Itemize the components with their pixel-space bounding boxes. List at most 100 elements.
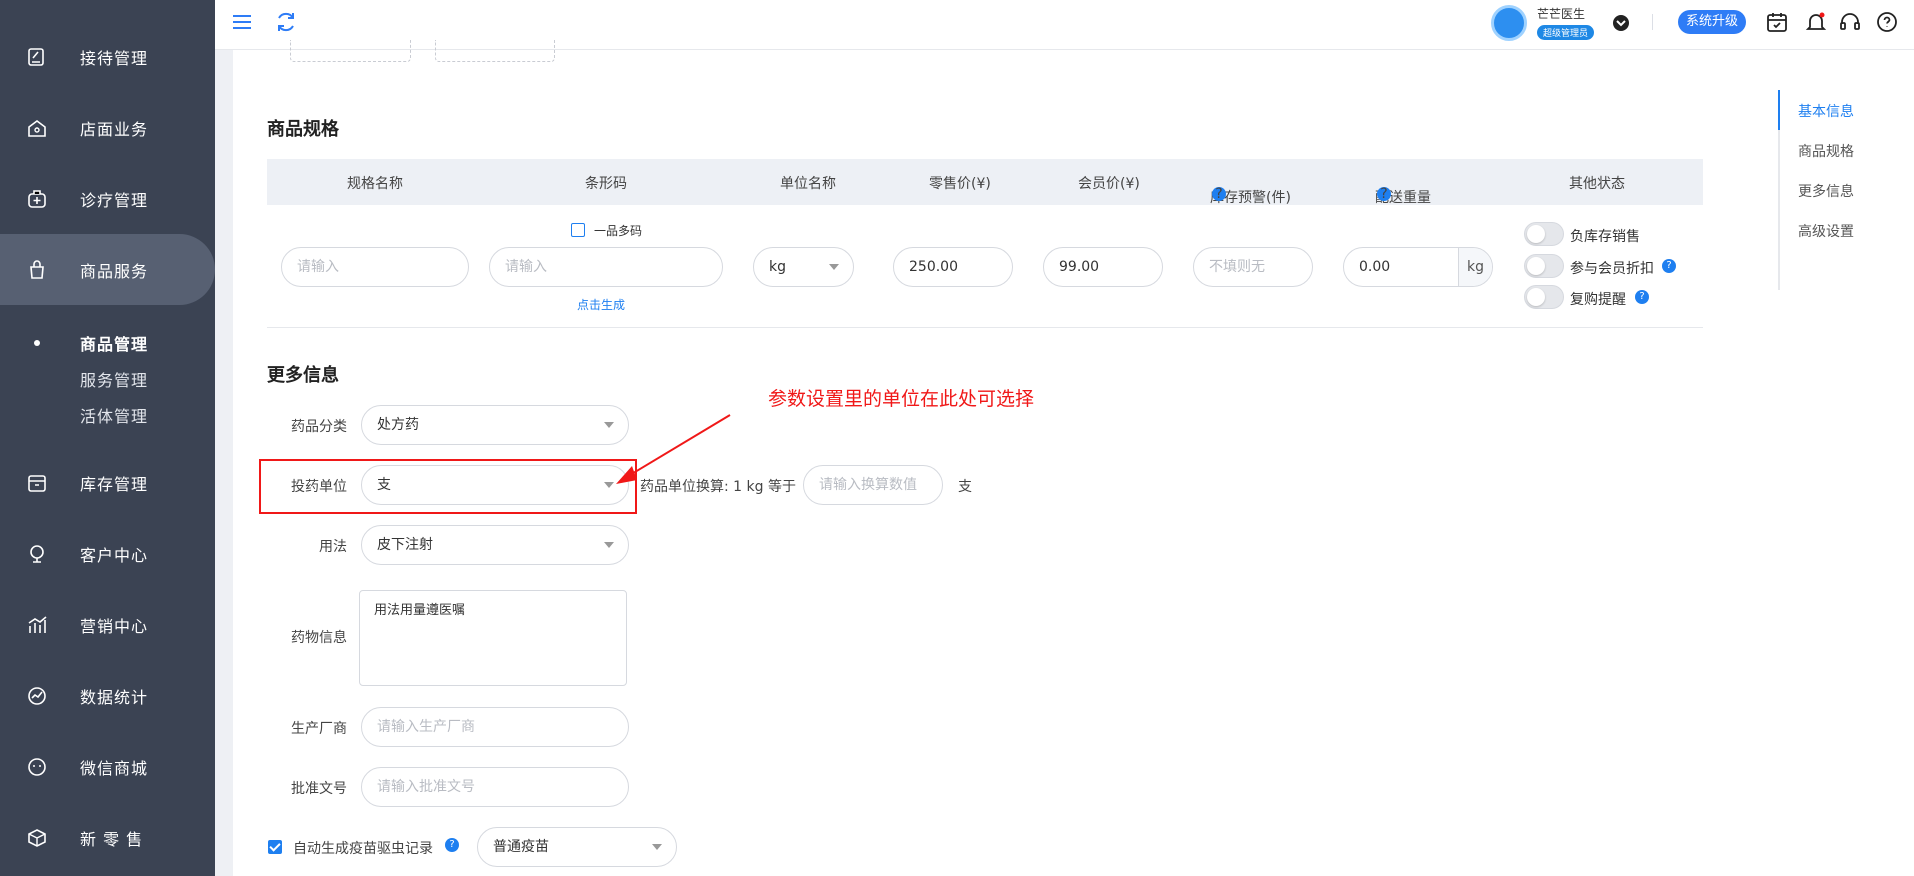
help-icon[interactable] [1875, 10, 1899, 34]
statistics-icon [28, 686, 46, 705]
anchor-spec[interactable]: 商品规格 [1798, 141, 1854, 161]
sidebar-item-label: 诊疗管理 [80, 190, 149, 210]
manufacturer-input[interactable]: 请输入生产厂商 [361, 707, 629, 747]
vaccine-record-checkbox[interactable] [268, 840, 282, 854]
member-discount-switch[interactable] [1524, 254, 1564, 278]
annotation-text: 参数设置里的单位在此处可选择 [768, 388, 1035, 410]
sidebar-item-label: 店面业务 [80, 119, 149, 139]
headset-icon[interactable] [1838, 10, 1862, 34]
anchor-more-info[interactable]: 更多信息 [1798, 181, 1854, 201]
help-mark-icon[interactable]: ? [1212, 187, 1226, 201]
upload-slot[interactable] [435, 40, 555, 62]
usage-select[interactable]: 皮下注射 [361, 525, 629, 565]
annotation-highlight-box [259, 459, 637, 514]
active-dot [34, 340, 40, 346]
col-spec-name: 规格名称 [347, 176, 403, 192]
sidebar-item-retail[interactable]: 新 零 售 [0, 802, 215, 873]
store-icon [28, 119, 46, 137]
reception-icon [28, 47, 44, 66]
col-barcode: 条形码 [585, 176, 627, 192]
anchor-basic-info[interactable]: 基本信息 [1798, 101, 1854, 121]
sub-item-goods-management[interactable]: 商品管理 [80, 331, 148, 355]
calendar-icon[interactable] [1765, 10, 1789, 34]
conversion-unit: 支 [958, 479, 972, 495]
sidebar-item-goods[interactable]: 商品服务 [0, 234, 215, 305]
spec-section-title: 商品规格 [267, 119, 339, 140]
approval-label: 批准文号 [291, 781, 347, 797]
barcode-input[interactable]: 请输入 [489, 247, 723, 287]
goods-icon [30, 259, 44, 279]
annotation-arrow-icon [616, 414, 731, 484]
manufacturer-label: 生产厂商 [291, 721, 347, 737]
sidebar-item-label: 新 零 售 [80, 829, 144, 849]
sidebar-item-customer[interactable]: 客户中心 [0, 518, 215, 589]
sidebar-item-label: 库存管理 [80, 474, 149, 494]
chevron-down-icon[interactable] [1609, 11, 1633, 35]
system-upgrade-button[interactable]: 系统升级 [1678, 10, 1747, 34]
bell-icon[interactable] [1804, 10, 1828, 34]
help-mark-icon[interactable]: ? [1377, 187, 1391, 201]
retail-icon [28, 828, 46, 847]
usage-label: 用法 [319, 539, 347, 555]
repurchase-reminder-switch[interactable] [1524, 285, 1564, 309]
col-other-status: 其他状态 [1569, 176, 1625, 192]
negative-stock-label: 负库存销售 [1570, 229, 1640, 245]
sub-item-service-management[interactable]: 服务管理 [80, 367, 148, 391]
multi-code-checkbox[interactable] [571, 223, 585, 237]
sidebar-item-statistics[interactable]: 数据统计 [0, 660, 215, 731]
weight-input[interactable]: 0.00 kg [1343, 247, 1493, 287]
help-mark-icon[interactable]: ? [1635, 290, 1649, 304]
sidebar: 接待管理 店面业务 诊疗管理 商品服务 商品管理 服务管理 活体管理 库存管理 … [0, 0, 215, 876]
inventory-icon [28, 474, 46, 492]
category-select[interactable]: 处方药 [361, 405, 629, 445]
sub-item-live-management[interactable]: 活体管理 [80, 403, 148, 427]
retail-price-input[interactable]: 250.00 [893, 247, 1013, 287]
upload-slot[interactable] [290, 40, 411, 62]
spec-name-input[interactable]: 请输入 [281, 247, 469, 287]
help-mark-icon[interactable]: ? [1662, 259, 1676, 273]
sidebar-item-store[interactable]: 店面业务 [0, 92, 215, 163]
negative-stock-switch[interactable] [1524, 222, 1564, 246]
spec-table-header: 规格名称 条形码 单位名称 零售价(¥) 会员价(¥) 库存预警(件)? 配送重… [267, 159, 1703, 206]
sidebar-item-marketing[interactable]: 营销中心 [0, 589, 215, 660]
stock-warning-input[interactable]: 不填则无 [1193, 247, 1313, 287]
vaccine-type-select[interactable]: 普通疫苗 [477, 827, 677, 867]
sidebar-item-label: 客户中心 [80, 545, 149, 565]
sidebar-item-medical[interactable]: 诊疗管理 [0, 163, 215, 234]
multi-code-label: 一品多码 [594, 224, 643, 238]
spec-table: 规格名称 条形码 单位名称 零售价(¥) 会员价(¥) 库存预警(件)? 配送重… [267, 159, 1703, 206]
separator [1652, 14, 1653, 30]
member-price-input[interactable]: 99.00 [1043, 247, 1163, 287]
chevron-down-icon [604, 542, 614, 548]
category-select-value: 处方药 [377, 417, 419, 433]
usage-select-value: 皮下注射 [377, 537, 433, 553]
refresh-icon[interactable] [274, 10, 298, 34]
category-label: 药品分类 [291, 419, 347, 435]
medical-icon [28, 189, 46, 208]
drug-info-textarea[interactable]: 用法用量遵医嘱 [359, 590, 627, 686]
col-unit-name: 单位名称 [780, 176, 836, 192]
chevron-down-icon [829, 264, 839, 270]
vaccine-type-select-value: 普通疫苗 [493, 839, 549, 855]
approval-input[interactable]: 请输入批准文号 [361, 767, 629, 807]
chevron-down-icon [652, 844, 662, 850]
user-name: 芒芒医生 [1537, 7, 1586, 21]
member-discount-label: 参与会员折扣 [1570, 261, 1654, 277]
menu-toggle-icon[interactable] [230, 10, 254, 34]
unit-select-value: kg [769, 259, 786, 275]
sidebar-item-label: 商品服务 [80, 261, 149, 281]
sidebar-item-inventory[interactable]: 库存管理 [0, 447, 215, 518]
avatar[interactable] [1491, 5, 1527, 41]
weight-unit-addon: kg [1458, 248, 1492, 286]
unit-select[interactable]: kg [753, 247, 854, 287]
conversion-input[interactable]: 请输入换算数值 [803, 465, 943, 505]
sidebar-item-wechat-mall[interactable]: 微信商城 [0, 731, 215, 802]
sidebar-item-reception[interactable]: 接待管理 [0, 21, 215, 92]
help-mark-icon[interactable]: ? [445, 838, 459, 852]
anchor-advanced[interactable]: 高级设置 [1798, 221, 1854, 241]
marketing-icon [28, 615, 47, 633]
sidebar-item-label: 数据统计 [80, 687, 149, 707]
generate-barcode-link[interactable]: 点击生成 [577, 296, 625, 313]
wechat-mall-icon [28, 757, 46, 776]
col-member-price: 会员价(¥) [1078, 176, 1140, 192]
